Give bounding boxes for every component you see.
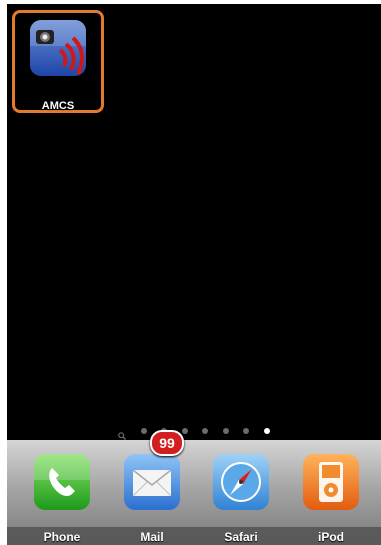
safari-icon [213, 454, 269, 510]
amcs-app-icon [30, 20, 86, 76]
dock-label-mail: Mail [140, 530, 164, 544]
page-dot [202, 427, 209, 434]
page-dot-current [263, 427, 270, 434]
page-dot [181, 427, 188, 434]
phone-icon [34, 454, 90, 510]
dock: Phone 99 Mail Safari iPod [7, 430, 381, 545]
ipod-icon [303, 454, 359, 510]
home-screen: AMCS Phone 99 Mail Safari iPod [7, 4, 381, 545]
dock-label-safari: Safari [224, 530, 258, 544]
dock-app-phone[interactable]: Phone [26, 440, 98, 545]
page-dot [222, 427, 229, 434]
page-dot [243, 427, 250, 434]
search-page-icon [118, 427, 127, 440]
dock-app-mail[interactable]: 99 Mail [116, 430, 188, 545]
dock-app-ipod[interactable]: iPod [295, 440, 367, 545]
mail-badge: 99 [150, 430, 184, 456]
mail-icon [124, 454, 180, 510]
dock-label-ipod: iPod [318, 530, 344, 544]
dock-label-phone: Phone [43, 530, 81, 544]
page-indicator[interactable] [7, 422, 381, 440]
app-label-amcs: AMCS [41, 100, 75, 112]
dock-app-safari[interactable]: Safari [205, 440, 277, 545]
page-dot [140, 427, 147, 434]
